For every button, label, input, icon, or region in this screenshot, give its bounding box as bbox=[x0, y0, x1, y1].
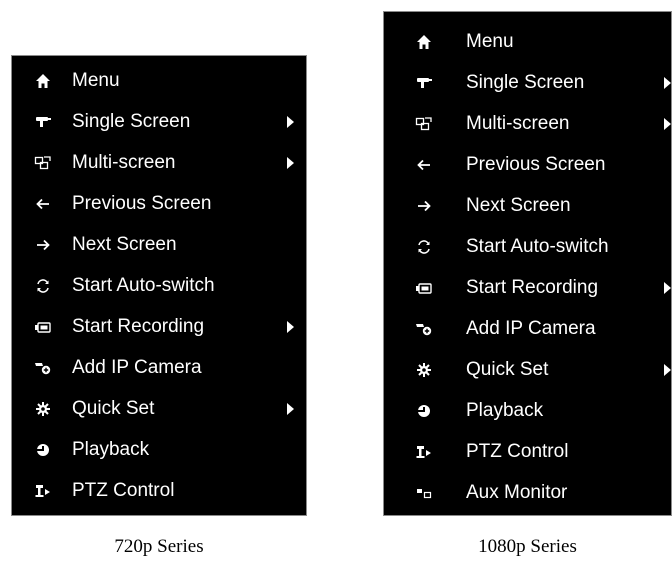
add-camera-icon bbox=[414, 319, 434, 339]
multi-screen-icon bbox=[414, 114, 434, 134]
playback-icon bbox=[414, 401, 434, 421]
menu-item-multi-screen[interactable]: Multi-screen bbox=[12, 142, 306, 183]
menu-item-aux-monitor[interactable]: Aux Monitor bbox=[384, 472, 671, 513]
menu-item-label: Quick Set bbox=[72, 398, 155, 419]
single-screen-icon bbox=[33, 112, 53, 132]
menu-item-ptz-control[interactable]: PTZ Control bbox=[384, 431, 671, 472]
submenu-arrow-icon bbox=[287, 156, 294, 169]
menu-item-playback[interactable]: Playback bbox=[12, 429, 306, 470]
home-icon bbox=[414, 32, 434, 52]
menu-item-label: Multi-screen bbox=[72, 152, 176, 173]
menu-item-label: Single Screen bbox=[72, 111, 191, 132]
aux-monitor-icon bbox=[414, 483, 434, 503]
menu-item-multi-screen[interactable]: Multi-screen bbox=[384, 103, 671, 144]
menu-item-label: PTZ Control bbox=[72, 480, 175, 501]
playback-icon bbox=[33, 440, 53, 460]
refresh-icon bbox=[33, 276, 53, 296]
home-icon bbox=[33, 71, 53, 91]
menu-item-menu[interactable]: Menu bbox=[12, 60, 306, 101]
context-menu-1080p: Menu Single Screen Multi-screen Previous Sc… bbox=[383, 11, 672, 516]
menu-item-menu[interactable]: Menu bbox=[384, 21, 671, 62]
menu-item-add-ip-camera[interactable]: Add IP Camera bbox=[12, 347, 306, 388]
menu-item-label: Aux Monitor bbox=[466, 482, 568, 503]
menu-item-label: Previous Screen bbox=[466, 154, 606, 175]
submenu-arrow-icon bbox=[664, 281, 671, 294]
menu-item-label: Playback bbox=[72, 439, 150, 460]
menu-item-start-recording[interactable]: Start Recording bbox=[384, 267, 671, 308]
menu-item-playback[interactable]: Playback bbox=[384, 390, 671, 431]
menu-item-ptz-control[interactable]: PTZ Control bbox=[12, 470, 306, 511]
menu-item-previous-screen[interactable]: Previous Screen bbox=[12, 183, 306, 224]
submenu-arrow-icon bbox=[664, 117, 671, 130]
menu-item-single-screen[interactable]: Single Screen bbox=[12, 101, 306, 142]
menu-item-next-screen[interactable]: Next Screen bbox=[384, 185, 671, 226]
menu-item-label: Start Recording bbox=[466, 277, 599, 298]
menu-item-previous-screen[interactable]: Previous Screen bbox=[384, 144, 671, 185]
submenu-arrow-icon bbox=[664, 76, 671, 89]
menu-item-add-ip-camera[interactable]: Add IP Camera bbox=[384, 308, 671, 349]
menu-item-start-recording[interactable]: Start Recording bbox=[12, 306, 306, 347]
menu-item-label: PTZ Control bbox=[466, 441, 569, 462]
menu-item-label: Start Auto-switch bbox=[466, 236, 609, 257]
submenu-arrow-icon bbox=[287, 402, 294, 415]
arrow-right-icon bbox=[414, 196, 434, 216]
submenu-arrow-icon bbox=[664, 363, 671, 376]
menu-item-label: Start Recording bbox=[72, 316, 205, 337]
arrow-left-icon bbox=[33, 194, 53, 214]
menu-item-label: Playback bbox=[466, 400, 544, 421]
gear-icon bbox=[414, 360, 434, 380]
arrow-left-icon bbox=[414, 155, 434, 175]
menu-item-start-auto-switch[interactable]: Start Auto-switch bbox=[384, 226, 671, 267]
arrow-right-icon bbox=[33, 235, 53, 255]
menu-item-label: Start Auto-switch bbox=[72, 275, 215, 296]
menu-item-label: Menu bbox=[466, 31, 514, 52]
gear-icon bbox=[33, 399, 53, 419]
add-camera-icon bbox=[33, 358, 53, 378]
menu-item-label: Single Screen bbox=[466, 72, 585, 93]
context-menu-720p: Menu Single Screen Multi-screen Previous Sc… bbox=[11, 55, 307, 516]
recording-icon bbox=[414, 278, 434, 298]
menu-item-quick-set[interactable]: Quick Set bbox=[12, 388, 306, 429]
refresh-icon bbox=[414, 237, 434, 257]
recording-icon bbox=[33, 317, 53, 337]
ptz-icon bbox=[414, 442, 434, 462]
submenu-arrow-icon bbox=[287, 320, 294, 333]
menu-item-label: Add IP Camera bbox=[72, 357, 202, 378]
menu-item-quick-set[interactable]: Quick Set bbox=[384, 349, 671, 390]
menu-item-label: Menu bbox=[72, 70, 120, 91]
menu-item-label: Next Screen bbox=[72, 234, 177, 255]
menu-item-start-auto-switch[interactable]: Start Auto-switch bbox=[12, 265, 306, 306]
menu-item-label: Add IP Camera bbox=[466, 318, 596, 339]
menu-item-label: Previous Screen bbox=[72, 193, 212, 214]
caption-1080p: 1080p Series bbox=[478, 536, 577, 557]
menu-item-next-screen[interactable]: Next Screen bbox=[12, 224, 306, 265]
caption-720p: 720p Series bbox=[114, 536, 204, 557]
submenu-arrow-icon bbox=[287, 115, 294, 128]
menu-item-label: Next Screen bbox=[466, 195, 571, 216]
single-screen-icon bbox=[414, 73, 434, 93]
multi-screen-icon bbox=[33, 153, 53, 173]
menu-item-label: Quick Set bbox=[466, 359, 549, 380]
menu-item-single-screen[interactable]: Single Screen bbox=[384, 62, 671, 103]
ptz-icon bbox=[33, 481, 53, 501]
menu-item-label: Multi-screen bbox=[466, 113, 570, 134]
